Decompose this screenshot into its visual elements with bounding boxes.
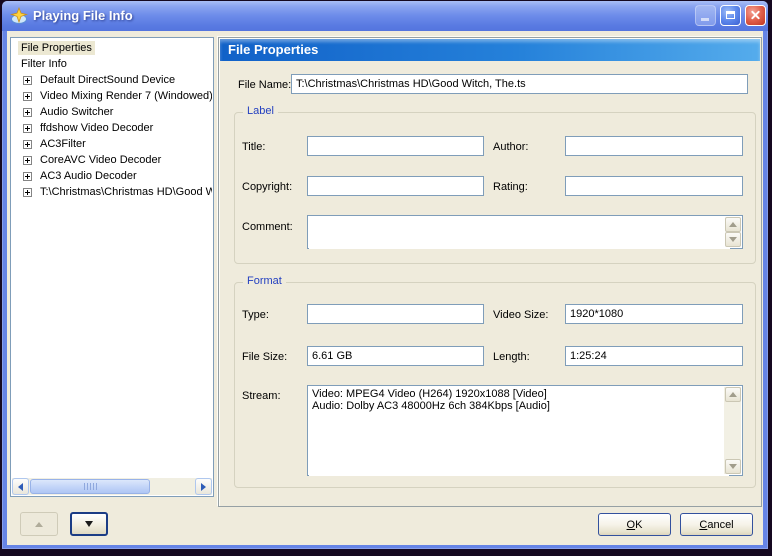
- tree-item-default-directsound-device[interactable]: Default DirectSound Device: [12, 72, 212, 88]
- rating-label: Rating:: [493, 181, 528, 193]
- tree-expand-icon[interactable]: [23, 123, 32, 133]
- video-size-label: Video Size:: [493, 309, 549, 321]
- comment-box: [307, 215, 743, 249]
- app-icon: [10, 7, 28, 24]
- comment-scroll-down-button[interactable]: [725, 232, 741, 247]
- window-title: Playing File Info: [33, 8, 133, 23]
- ok-button[interactable]: OK: [598, 513, 671, 536]
- tree-item-file-path[interactable]: T:\Christmas\Christmas HD\Good Wi: [12, 184, 212, 200]
- file-name-field[interactable]: [291, 74, 748, 94]
- author-label: Author:: [493, 141, 529, 153]
- tree-expand-icon[interactable]: [23, 75, 32, 85]
- rating-field[interactable]: [565, 176, 743, 196]
- label-group-legend: Label: [243, 105, 278, 117]
- tree-item-audio-switcher[interactable]: Audio Switcher: [12, 104, 212, 120]
- video-size-field[interactable]: [565, 304, 743, 324]
- file-size-field[interactable]: [307, 346, 484, 366]
- type-label: Type:: [242, 309, 269, 321]
- up-arrow-icon: [729, 222, 737, 227]
- stream-box: Video: MPEG4 Video (H264) 1920x1088 [Vid…: [307, 385, 743, 476]
- playing-file-info-window: Playing File Info File Properties Filter…: [2, 1, 768, 549]
- format-group-legend: Format: [243, 275, 286, 287]
- comment-label: Comment:: [242, 221, 293, 233]
- title-label: Title:: [242, 141, 266, 153]
- tree-item-video-mixing-render[interactable]: Video Mixing Render 7 (Windowed): [12, 88, 212, 104]
- tree-item-ffdshow-video-decoder[interactable]: ffdshow Video Decoder: [12, 120, 212, 136]
- tree-horizontal-scrollbar[interactable]: [12, 478, 212, 495]
- titlebar[interactable]: Playing File Info: [2, 1, 768, 31]
- move-down-button[interactable]: [70, 512, 108, 536]
- move-up-button[interactable]: [20, 512, 58, 536]
- screen: Playing File Info File Properties Filter…: [0, 0, 772, 556]
- tree-item-coreavc-video-decoder[interactable]: CoreAVC Video Decoder: [12, 152, 212, 168]
- tree-expand-icon[interactable]: [23, 155, 32, 165]
- author-field[interactable]: [565, 136, 743, 156]
- label-group: Label Title: Author: Copyright: Rating: …: [234, 105, 756, 264]
- length-label: Length:: [493, 351, 530, 363]
- stream-scroll-up-button[interactable]: [725, 387, 741, 402]
- title-field[interactable]: [307, 136, 484, 156]
- length-field[interactable]: [565, 346, 743, 366]
- left-arrow-icon: [18, 482, 23, 491]
- tree-expand-icon[interactable]: [23, 139, 32, 149]
- filter-tree: File Properties Filter Info Default Dire…: [10, 37, 214, 497]
- panel-header: File Properties: [220, 39, 760, 61]
- cancel-button[interactable]: Cancel: [680, 513, 753, 536]
- stream-label: Stream:: [242, 390, 281, 402]
- minimize-button[interactable]: [695, 5, 716, 26]
- scroll-left-button[interactable]: [12, 478, 29, 495]
- tree-rows: File Properties Filter Info Default Dire…: [12, 40, 212, 477]
- close-button[interactable]: [745, 5, 766, 26]
- tree-item-filter-info[interactable]: Filter Info: [12, 56, 212, 72]
- scroll-right-button[interactable]: [195, 478, 212, 495]
- copyright-label: Copyright:: [242, 181, 293, 193]
- stream-scroll-down-button[interactable]: [725, 459, 741, 474]
- right-arrow-icon: [201, 482, 206, 491]
- up-triangle-icon: [35, 521, 43, 527]
- scrollbar-thumb[interactable]: [30, 479, 150, 494]
- down-arrow-icon: [729, 464, 737, 469]
- comment-scroll-up-button[interactable]: [725, 217, 741, 232]
- copyright-field[interactable]: [307, 176, 484, 196]
- file-properties-panel: File Properties File Name: Label Title: …: [218, 37, 762, 507]
- stream-field[interactable]: Video: MPEG4 Video (H264) 1920x1088 [Vid…: [309, 387, 729, 476]
- stream-scrollbar[interactable]: [724, 387, 741, 474]
- format-group: Format Type: Video Size: File Size: Leng…: [234, 275, 756, 488]
- thumb-grip-icon: [83, 483, 97, 490]
- comment-field[interactable]: [309, 217, 730, 249]
- tree-item-ac3filter[interactable]: AC3Filter: [12, 136, 212, 152]
- dialog-client-area: File Properties Filter Info Default Dire…: [7, 31, 763, 545]
- down-arrow-icon: [729, 237, 737, 242]
- maximize-icon: [726, 11, 735, 19]
- file-name-label: File Name:: [238, 79, 292, 91]
- down-triangle-icon: [85, 521, 93, 527]
- type-field[interactable]: [307, 304, 484, 324]
- tree-item-file-properties[interactable]: File Properties: [12, 40, 212, 56]
- up-arrow-icon: [729, 392, 737, 397]
- tree-item-ac3-audio-decoder[interactable]: AC3 Audio Decoder: [12, 168, 212, 184]
- maximize-button[interactable]: [720, 5, 741, 26]
- minimize-icon: [701, 18, 709, 21]
- tree-expand-icon[interactable]: [23, 187, 32, 197]
- tree-expand-icon[interactable]: [23, 91, 32, 101]
- file-size-label: File Size:: [242, 351, 288, 363]
- tree-expand-icon[interactable]: [23, 171, 32, 181]
- tree-expand-icon[interactable]: [23, 107, 32, 117]
